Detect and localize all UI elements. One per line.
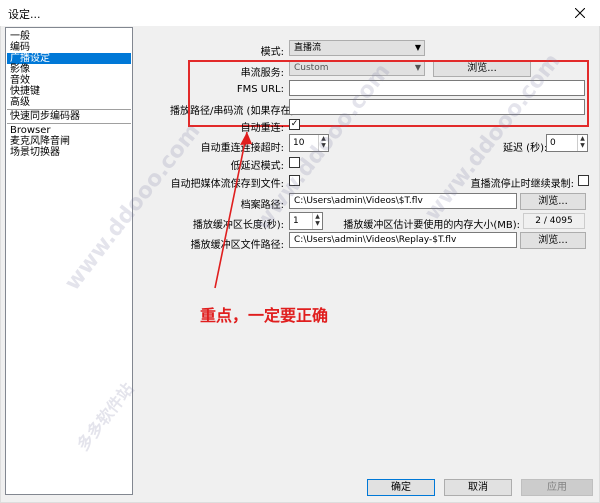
replay-memory-label: 播放缓冲区估计要使用的内存大小(MB):: [343, 220, 520, 231]
sidebar-item-advanced[interactable]: 高级: [10, 97, 30, 108]
checkmark-icon: ✓: [290, 119, 299, 129]
replay-buffer-length-value: 1: [293, 216, 299, 226]
title-bar: 设定...: [0, 0, 600, 26]
replay-path-browse-button[interactable]: 浏览...: [520, 232, 586, 249]
replay-buffer-length-stepper[interactable]: 1 ▲ ▼: [289, 212, 323, 230]
keep-recording-checkbox[interactable]: [578, 175, 589, 186]
ok-button[interactable]: 确定: [367, 479, 435, 496]
spin-arrows-icon[interactable]: ▲ ▼: [577, 135, 587, 151]
spin-arrows-icon[interactable]: ▲ ▼: [312, 213, 322, 229]
cancel-button[interactable]: 取消: [444, 479, 512, 496]
window-title: 设定...: [8, 8, 41, 21]
auto-reconnect-checkbox[interactable]: ✓: [289, 119, 300, 130]
delay-label: 延迟 (秒):: [503, 143, 548, 154]
archive-path-browse-button[interactable]: 浏览...: [520, 193, 586, 210]
sidebar-item-encoding[interactable]: 编码: [10, 42, 30, 53]
mode-label: 模式:: [260, 47, 284, 58]
apply-button[interactable]: 应用: [521, 479, 593, 496]
archive-path-input[interactable]: C:\Users\admin\Videos\$T.flv: [289, 193, 517, 209]
replay-path-input[interactable]: C:\Users\admin\Videos\Replay-$T.flv: [289, 232, 517, 248]
close-icon: [575, 8, 585, 18]
chevron-down-icon: ▼: [414, 43, 421, 52]
delay-value: 0: [550, 138, 556, 148]
sidebar-item-general[interactable]: 一般: [10, 31, 30, 42]
settings-category-list[interactable]: 一般 编码 广播设定 影像 音效 快捷键 高级 快速同步编码器 Browser …: [5, 27, 133, 495]
sidebar-item-noise-gate[interactable]: 麦克风降音闸: [10, 136, 70, 147]
close-button[interactable]: [560, 0, 600, 26]
mode-select-value: 直播流: [294, 43, 322, 53]
reconnect-timeout-value: 10: [293, 138, 305, 148]
sidebar-item-hotkeys[interactable]: 快捷键: [10, 86, 40, 97]
mode-select[interactable]: 直播流 ▼: [289, 40, 425, 56]
annotation-text: 重点，一定要正确: [200, 306, 329, 325]
sidebar-divider: [7, 109, 131, 110]
sidebar-item-video[interactable]: 影像: [10, 64, 30, 75]
sidebar-item-audio[interactable]: 音效: [10, 75, 30, 86]
delay-stepper[interactable]: 0 ▲ ▼: [546, 134, 588, 152]
replay-memory-value: 2 / 4095: [523, 213, 585, 229]
sidebar-item-quicksync-encoder[interactable]: 快速同步编码器: [10, 111, 80, 122]
sidebar-item-broadcast-settings[interactable]: 广播设定: [7, 53, 131, 64]
sidebar-item-browser[interactable]: Browser: [10, 125, 51, 136]
sidebar-item-scene-switcher[interactable]: 场景切换器: [10, 147, 60, 158]
sidebar-divider: [7, 123, 131, 124]
